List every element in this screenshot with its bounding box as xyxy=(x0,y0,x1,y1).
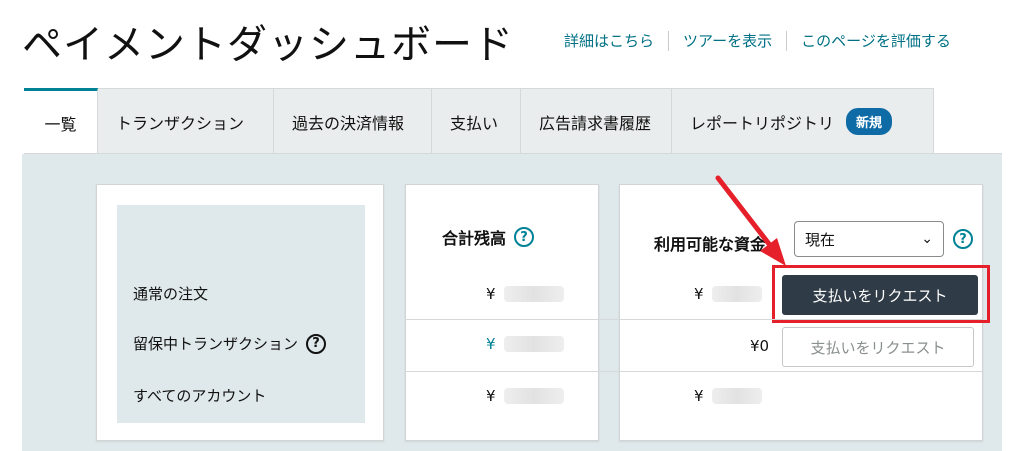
page-title: ペイメントダッシュボード xyxy=(22,22,514,68)
row-divider xyxy=(405,371,982,372)
period-select[interactable]: 現在 ⌄ xyxy=(794,221,944,257)
total-balance-title-text: 合計残高 xyxy=(442,229,507,248)
row-label-text: 留保中トランザクション xyxy=(133,335,299,353)
period-select-value: 現在 xyxy=(805,230,836,249)
help-icon[interactable]: ? xyxy=(953,229,973,249)
learn-more-link[interactable]: 詳細はこちら xyxy=(564,30,654,51)
currency-symbol: ¥ xyxy=(694,285,704,303)
tab-ad-invoice-history[interactable]: 広告請求書履歴 xyxy=(521,88,672,154)
available-funds-normal-amount: ¥ xyxy=(694,285,762,303)
dashboard-tabs: 一覧 トランザクション 過去の決済情報 支払い 広告請求書履歴 レポートリポジト… xyxy=(24,88,934,154)
link-divider xyxy=(668,30,670,51)
tab-label: 広告請求書履歴 xyxy=(539,113,652,133)
header-links: 詳細はこちら ツアーを表示 このページを評価する xyxy=(564,30,951,51)
row-divider xyxy=(405,319,982,320)
rate-page-link[interactable]: このページを評価する xyxy=(801,30,951,51)
row-label-normal-orders: 通常の注文 xyxy=(133,285,209,303)
tab-label: トランザクション xyxy=(116,113,245,133)
row-label-all-accounts: すべてのアカウント xyxy=(133,387,267,405)
help-icon[interactable]: ? xyxy=(514,227,535,247)
link-divider xyxy=(786,30,788,51)
available-funds-pending-amount: ¥0 xyxy=(750,337,770,355)
request-payout-button-disabled: 支払いをリクエスト xyxy=(782,327,974,367)
tab-label: 一覧 xyxy=(44,114,77,134)
redacted-amount xyxy=(503,336,564,352)
currency-symbol: ¥ xyxy=(694,387,704,405)
total-balance-normal-amount: ¥ xyxy=(486,285,564,303)
row-labels-card: 通常の注文 留保中トランザクション ? すべてのアカウント xyxy=(96,184,384,441)
tab-overview[interactable]: 一覧 xyxy=(24,88,98,154)
available-funds-card: 利用可能な資金 現在 ⌄ ? ¥ 支払いをリクエスト ¥0 支払いをリクエスト … xyxy=(619,184,990,441)
page-header: ペイメントダッシュボード 詳細はこちら ツアーを表示 このページを評価する xyxy=(0,0,1024,88)
total-balance-pending-amount[interactable]: ¥ xyxy=(486,335,564,353)
redacted-amount xyxy=(711,388,762,404)
redacted-amount xyxy=(503,388,564,404)
currency-symbol: ¥ xyxy=(486,387,496,405)
new-badge: 新規 xyxy=(846,108,893,135)
total-balance-all-accounts-amount: ¥ xyxy=(486,387,564,405)
show-tour-link[interactable]: ツアーを表示 xyxy=(683,30,772,51)
help-icon[interactable]: ? xyxy=(306,333,327,354)
chevron-down-icon: ⌄ xyxy=(921,231,933,247)
row-labels-panel: 通常の注文 留保中トランザクション ? すべてのアカウント xyxy=(117,205,365,423)
tab-label: 過去の決済情報 xyxy=(292,113,405,133)
dashboard-body: 通常の注文 留保中トランザクション ? すべてのアカウント 合計残高 ? ¥ ¥… xyxy=(22,154,1002,451)
redacted-amount xyxy=(503,286,564,302)
currency-symbol: ¥ xyxy=(486,335,496,353)
total-balance-card: 合計残高 ? ¥ ¥ ¥ xyxy=(405,184,599,441)
tab-past-settlements[interactable]: 過去の決済情報 xyxy=(274,88,432,154)
available-funds-title: 利用可能な資金 xyxy=(654,235,767,254)
tab-label: 支払い xyxy=(450,113,499,133)
row-label-pending-transactions: 留保中トランザクション ? xyxy=(133,333,327,354)
currency-symbol: ¥ xyxy=(486,285,496,303)
tab-payments[interactable]: 支払い xyxy=(432,88,521,154)
redacted-amount xyxy=(711,286,762,302)
tab-report-repository[interactable]: レポートリポジトリ 新規 xyxy=(672,88,934,154)
tab-transactions[interactable]: トランザクション xyxy=(98,88,274,154)
available-funds-all-accounts-amount: ¥ xyxy=(694,387,762,405)
request-payout-button[interactable]: 支払いをリクエスト xyxy=(782,275,978,315)
tab-label: レポートリポジトリ xyxy=(690,113,835,133)
total-balance-title: 合計残高 ? xyxy=(442,225,535,249)
